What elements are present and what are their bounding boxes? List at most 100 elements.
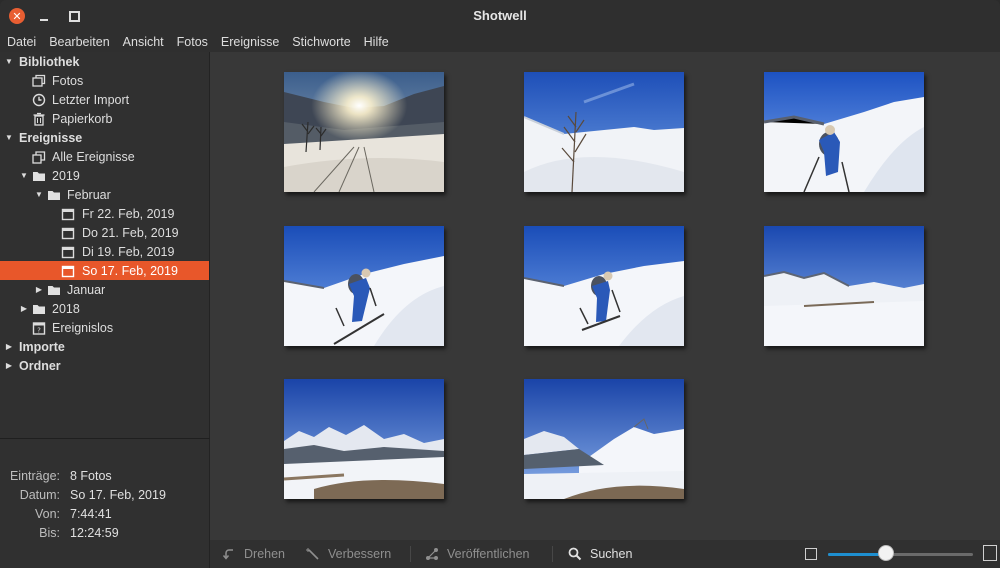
tree-label: Ereignislos [52, 320, 114, 335]
zoom-in-photo-icon[interactable] [983, 545, 997, 561]
photo-thumbnail[interactable] [284, 72, 444, 192]
calendar-icon [61, 264, 75, 278]
tree-folders-header[interactable]: ▶ Ordner [0, 356, 209, 375]
search-icon [568, 547, 582, 561]
tree-label: 2018 [52, 301, 80, 316]
tree-imports-header[interactable]: ▶ Importe [0, 337, 209, 356]
menu-datei[interactable]: Datei [2, 32, 41, 52]
zoom-slider-handle[interactable] [878, 545, 894, 561]
tree-item-month-januar[interactable]: ▶ Januar [0, 280, 209, 299]
tree-item-year-2019[interactable]: ▼ 2019 [0, 166, 209, 185]
tree-item-letzter-import[interactable]: Letzter Import [0, 90, 209, 109]
collapsed-arrow-icon[interactable]: ▶ [19, 304, 29, 314]
folder-icon [47, 188, 61, 202]
tree-label: So 17. Feb, 2019 [82, 263, 178, 278]
clock-icon [32, 93, 46, 107]
photo-grid [210, 52, 1000, 540]
tree-item-ereignislos[interactable]: ? Ereignislos [0, 318, 209, 337]
photo-thumbnail[interactable] [284, 379, 444, 499]
collapsed-arrow-icon[interactable]: ▶ [4, 361, 14, 371]
window-title: Shotwell [473, 8, 527, 23]
info-key: Bis: [39, 526, 60, 540]
collapsed-arrow-icon[interactable]: ▶ [34, 285, 44, 295]
magic-wand-icon [306, 547, 320, 561]
expanded-arrow-icon[interactable]: ▼ [4, 133, 14, 143]
tree-label: Januar [67, 282, 106, 297]
tree-label: Letzter Import [52, 92, 130, 107]
info-row-from: Von: 7:44:41 [0, 507, 210, 525]
tree-item-alle-ereignisse[interactable]: Alle Ereignisse [0, 147, 209, 166]
calendar-icon [61, 226, 75, 240]
search-label: Suchen [590, 547, 633, 561]
tree-label: Do 21. Feb, 2019 [82, 225, 179, 240]
photo-thumbnail[interactable] [524, 379, 684, 499]
enhance-label: Verbessern [328, 547, 392, 561]
tree-label: Alle Ereignisse [52, 149, 135, 164]
tree-item-day-selected[interactable]: So 17. Feb, 2019 [0, 261, 209, 280]
tree-label: Ereignisse [19, 130, 83, 145]
tree-label: Ordner [19, 358, 61, 373]
folder-icon [32, 169, 46, 183]
rotate-button[interactable]: Drehen [222, 540, 285, 568]
tree-item-day[interactable]: Di 19. Feb, 2019 [0, 242, 209, 261]
photo-thumbnail[interactable] [524, 72, 684, 192]
photo-thumbnail[interactable] [764, 226, 924, 346]
info-row-entries: Einträge: 8 Fotos [0, 469, 210, 487]
menu-bearbeiten[interactable]: Bearbeiten [44, 32, 114, 52]
menu-hilfe[interactable]: Hilfe [359, 32, 394, 52]
info-key: Einträge: [9, 469, 60, 483]
share-icon [425, 547, 439, 561]
info-key: Datum: [19, 488, 60, 502]
tree-label: Importe [19, 339, 65, 354]
folder-icon [32, 302, 46, 316]
expanded-arrow-icon[interactable]: ▼ [19, 171, 29, 181]
sidebar-toolbar-area [0, 540, 210, 568]
toolbar-separator [552, 546, 553, 562]
calendar-icon [61, 245, 75, 259]
no-event-calendar-icon: ? [32, 321, 46, 335]
trash-icon [32, 112, 46, 126]
info-value: 12:24:59 [70, 526, 119, 540]
tree-item-fotos[interactable]: Fotos [0, 71, 209, 90]
tree-label: Fr 22. Feb, 2019 [82, 206, 175, 221]
info-value: 7:44:41 [70, 507, 112, 521]
menu-fotos[interactable]: Fotos [172, 32, 213, 52]
collapsed-arrow-icon[interactable]: ▶ [4, 342, 14, 352]
tree-library-header[interactable]: ▼ Bibliothek [0, 52, 209, 71]
tree-label: Februar [67, 187, 111, 202]
enhance-button[interactable]: Verbessern [306, 540, 391, 568]
sidebar-tree: ▼ Bibliothek Fotos Letzter Import Papier… [0, 52, 210, 438]
tree-label: Papierkorb [52, 111, 113, 126]
events-stack-icon [32, 150, 46, 164]
tree-item-papierkorb[interactable]: Papierkorb [0, 109, 209, 128]
zoom-slider[interactable] [828, 553, 973, 556]
info-row-date: Datum: So 17. Feb, 2019 [0, 488, 210, 506]
tree-item-day[interactable]: Do 21. Feb, 2019 [0, 223, 209, 242]
tree-events-header[interactable]: ▼ Ereignisse [0, 128, 209, 147]
photo-thumbnail[interactable] [524, 226, 684, 346]
tree-label: Fotos [52, 73, 84, 88]
search-button[interactable]: Suchen [568, 540, 632, 568]
calendar-icon [61, 207, 75, 221]
rotate-label: Drehen [244, 547, 285, 561]
info-key: Von: [34, 507, 60, 521]
bottom-toolbar: Drehen Verbessern Veröffentlichen Suchen [0, 540, 1000, 568]
expanded-arrow-icon[interactable]: ▼ [4, 57, 14, 67]
info-value: So 17. Feb, 2019 [70, 488, 166, 502]
menu-stichworte[interactable]: Stichworte [287, 32, 355, 52]
menubar: Datei Bearbeiten Ansicht Fotos Ereigniss… [0, 32, 1000, 52]
toolbar-separator [410, 546, 411, 562]
publish-button[interactable]: Veröffentlichen [425, 540, 529, 568]
tree-item-year-2018[interactable]: ▶ 2018 [0, 299, 209, 318]
tree-label: Bibliothek [19, 54, 80, 69]
tree-item-day[interactable]: Fr 22. Feb, 2019 [0, 204, 209, 223]
titlebar: ✕ Shotwell [0, 0, 1000, 32]
photos-icon [32, 74, 46, 88]
menu-ansicht[interactable]: Ansicht [118, 32, 169, 52]
expanded-arrow-icon[interactable]: ▼ [34, 190, 44, 200]
menu-ereignisse[interactable]: Ereignisse [216, 32, 284, 52]
zoom-out-photo-icon[interactable] [805, 548, 817, 560]
photo-thumbnail[interactable] [284, 226, 444, 346]
photo-thumbnail[interactable] [764, 72, 924, 192]
tree-item-month-februar[interactable]: ▼ Februar [0, 185, 209, 204]
